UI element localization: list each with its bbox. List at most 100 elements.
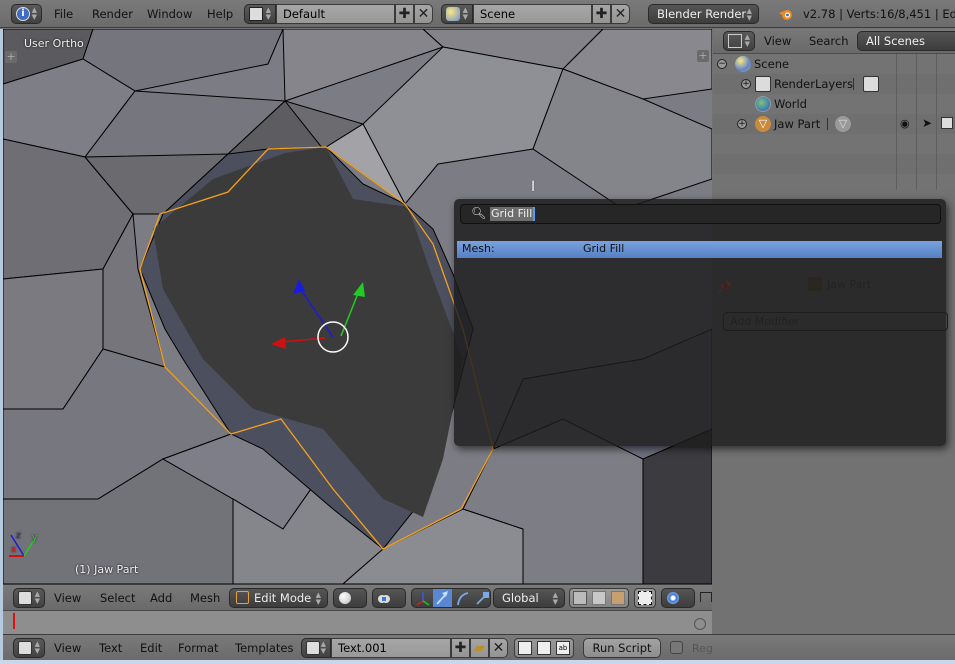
search-result-item[interactable]: Mesh: Grid Fill <box>457 241 942 258</box>
expand-icon[interactable]: + <box>741 79 751 89</box>
close-icon: ✕ <box>614 6 627 22</box>
toolshelf-toggle[interactable]: + <box>5 51 17 63</box>
menu-select[interactable]: Select <box>100 588 135 608</box>
text-menu-text[interactable]: Text <box>99 638 122 658</box>
outliner-empty-row <box>713 134 955 154</box>
text-datablock-browse[interactable]: ▲ ▼ <box>301 638 331 658</box>
outliner-item-scene[interactable]: − Scene <box>713 54 955 74</box>
run-script-button[interactable]: Run Script <box>583 638 661 658</box>
delete-scene-button[interactable]: ✕ <box>611 4 630 24</box>
scroll-handle[interactable] <box>694 618 706 630</box>
outliner-menu-view[interactable]: View <box>764 31 791 51</box>
text-document-icon <box>306 641 320 655</box>
visibility-eye-icon[interactable]: ◉ <box>900 117 910 130</box>
axis-x-label: x <box>11 545 17 555</box>
scene-stats: v2.78 | Verts:16/8,451 | Edges <box>803 7 955 21</box>
mesh-data-icon[interactable]: ▽ <box>835 116 851 132</box>
current-frame-marker[interactable] <box>13 613 15 629</box>
text-editor-type[interactable]: ▲ ▼ <box>13 638 45 658</box>
viewport-shading-dropdown[interactable] <box>333 588 367 608</box>
manipulator-toggle-icon[interactable] <box>414 590 432 607</box>
menu-help[interactable]: Help <box>207 4 233 24</box>
timeline-strip[interactable] <box>3 610 712 634</box>
expand-icon[interactable]: + <box>737 119 747 129</box>
blender-logo-icon <box>778 6 794 22</box>
3d-view-editor-type[interactable]: ▲ ▼ <box>13 588 45 608</box>
text-menu-format[interactable]: Format <box>178 638 219 658</box>
text-editor-header: ▲ ▼ View Text Edit Format Templates ▲ ▼ Te… <box>3 634 955 661</box>
scene-icon <box>735 56 751 72</box>
open-text-button[interactable]: ▰ <box>470 638 489 658</box>
translate-manipulator-icon[interactable] <box>433 589 452 607</box>
syntax-highlight-icon[interactable]: ab <box>556 641 570 655</box>
orientation-label: Global <box>502 591 539 605</box>
menu-file[interactable]: File <box>54 4 73 24</box>
rotate-manipulator-icon[interactable] <box>454 590 472 607</box>
menu-mesh[interactable]: Mesh <box>190 588 220 608</box>
outliner-item-jaw-part[interactable]: + ▽ Jaw Part ▽ ◉ ➤ <box>713 114 955 134</box>
delete-layout-button[interactable]: ✕ <box>414 4 433 24</box>
pivot-point-dropdown[interactable] <box>372 588 406 608</box>
scene-name-field[interactable]: Scene <box>473 4 592 24</box>
properties-region-toggle[interactable]: + <box>697 50 709 62</box>
operator-search-popup: 🔍︎ Grid Fill Mesh: Grid Fill <box>454 199 946 446</box>
updown-arrow-icon: ▲ ▼ <box>320 640 326 655</box>
renderlayer-child-icon[interactable] <box>863 76 879 92</box>
text-document-icon <box>18 641 32 655</box>
scale-manipulator-icon[interactable] <box>473 590 491 607</box>
outliner-display-mode[interactable]: All Scenes <box>857 31 955 51</box>
outliner-label: Jaw Part <box>774 117 821 131</box>
collapse-icon[interactable]: − <box>717 59 727 69</box>
menu-window[interactable]: Window <box>147 4 192 24</box>
outliner-icon <box>728 34 742 48</box>
search-icon: 🔍︎ <box>471 206 487 220</box>
renderability-camera-icon[interactable] <box>941 117 953 129</box>
folder-icon: ▰ <box>474 640 485 656</box>
snap-icon[interactable] <box>700 592 712 602</box>
result-label: Grid Fill <box>583 242 625 255</box>
text-menu-view[interactable]: View <box>54 638 81 658</box>
face-select-icon[interactable] <box>611 591 625 605</box>
updown-arrow-icon: ▲ ▼ <box>744 33 750 48</box>
register-checkbox[interactable] <box>670 641 683 654</box>
window-bottom-border <box>0 660 955 664</box>
result-category: Mesh: <box>462 242 495 255</box>
edge-select-icon[interactable] <box>592 591 606 605</box>
outliner-editor-type[interactable]: ▲ ▼ <box>723 31 755 51</box>
outliner-label: Scene <box>754 57 790 71</box>
solid-shading-icon <box>339 592 351 604</box>
updown-arrow-icon: ▲ ▼ <box>34 640 40 655</box>
layout-name-field[interactable]: Default <box>276 4 395 24</box>
proportional-edit-dropdown[interactable] <box>661 588 695 608</box>
unlink-text-button[interactable]: ✕ <box>489 638 508 658</box>
transform-orientation-dropdown[interactable]: Global ▲ ▼ <box>493 588 565 608</box>
render-engine-dropdown[interactable]: Blender Render ▲ ▼ <box>648 4 759 24</box>
outliner-item-world[interactable]: World <box>713 94 955 114</box>
limit-selection-button[interactable] <box>634 588 656 608</box>
layout-icon <box>249 7 263 21</box>
text-name-field[interactable]: Text.001 <box>331 638 451 658</box>
world-icon <box>755 96 771 112</box>
vertex-select-icon[interactable] <box>573 591 587 605</box>
text-menu-templates[interactable]: Templates <box>235 638 293 658</box>
scene-selector[interactable]: ▲ ▼ <box>441 4 473 24</box>
mode-dropdown[interactable]: Edit Mode ▲ ▼ <box>229 588 328 608</box>
layout-selector[interactable]: ▲ ▼ <box>244 4 276 24</box>
outliner-item-renderlayers[interactable]: + RenderLayers <box>713 74 955 94</box>
add-scene-button[interactable]: ✚ <box>592 4 611 24</box>
menu-render[interactable]: Render <box>92 4 133 24</box>
close-icon: ✕ <box>492 640 505 656</box>
add-layout-button[interactable]: ✚ <box>395 4 414 24</box>
word-wrap-icon[interactable] <box>537 641 551 655</box>
editor-type-selector[interactable]: i ▲ ▼ <box>11 4 42 24</box>
text-menu-edit[interactable]: Edit <box>140 638 162 658</box>
selectability-cursor-icon[interactable]: ➤ <box>922 116 932 130</box>
menu-add[interactable]: Add <box>150 588 172 608</box>
outliner-menu-search[interactable]: Search <box>809 31 849 51</box>
menu-view[interactable]: View <box>54 588 81 608</box>
outliner-label: RenderLayers <box>774 77 853 91</box>
search-input[interactable]: 🔍︎ Grid Fill <box>460 204 941 224</box>
line-numbers-icon[interactable] <box>518 641 532 655</box>
info-header: i ▲ ▼ File Render Window Help ▲ ▼ Default … <box>0 0 955 28</box>
new-text-button[interactable]: ✚ <box>451 638 470 658</box>
